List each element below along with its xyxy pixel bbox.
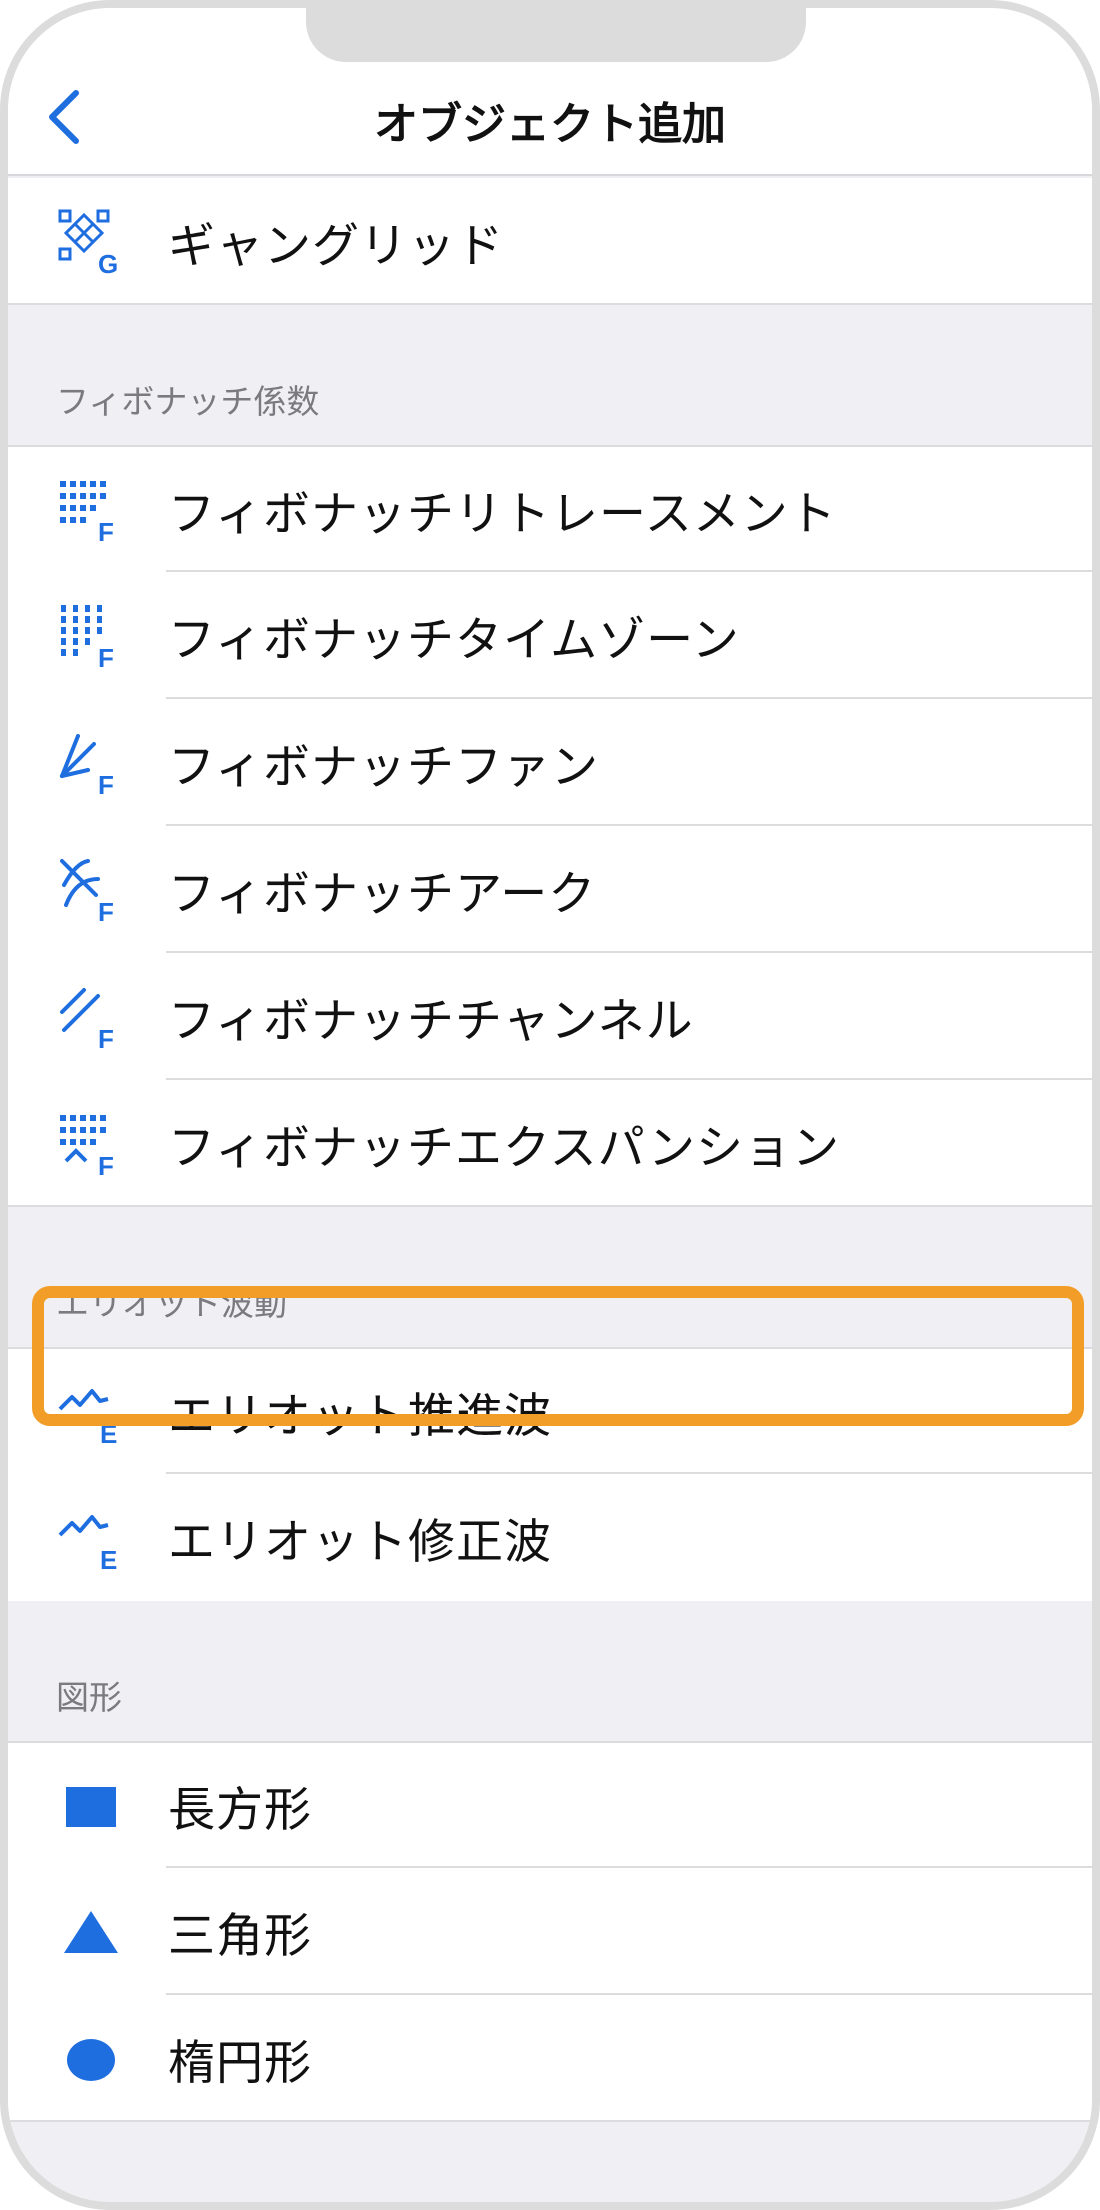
divider — [8, 2120, 1092, 2122]
fibo-arc-icon: F — [56, 855, 126, 925]
svg-text:E: E — [100, 1545, 117, 1571]
section-header: エリオット波動 — [56, 1284, 287, 1323]
section-header: フィボナッチ係数 — [56, 382, 320, 421]
section-shapes: 図形 — [8, 1601, 1092, 1741]
section-fibonacci: フィボナッチ係数 — [8, 305, 1092, 445]
list-item-label: 楕円形 — [168, 2036, 312, 2091]
list-item-fibo-arc[interactable]: F フィボナッチアーク — [8, 826, 1092, 953]
svg-text:F: F — [98, 1024, 114, 1050]
fibo-expansion-icon: F — [56, 1109, 126, 1179]
list-item-label: フィボナッチファン — [168, 740, 600, 795]
fibo-timezone-icon: F — [56, 601, 126, 671]
list-item-fibo-retracement[interactable]: F フィボナッチリトレースメント — [8, 445, 1092, 572]
elliott-correction-icon: E — [56, 1503, 126, 1573]
ellipse-icon — [56, 2024, 126, 2094]
elliott-impulse-icon: E — [56, 1377, 126, 1447]
page-title: オブジェクト追加 — [374, 99, 726, 150]
fibo-retracement-icon: F — [56, 475, 126, 545]
list-item-elliott-impulse[interactable]: E エリオット推進波 — [8, 1347, 1092, 1474]
list-item-triangle[interactable]: 三角形 — [8, 1868, 1092, 1995]
list-item-fibo-timezone[interactable]: F フィボナッチタイムゾーン — [8, 572, 1092, 699]
rectangle-icon — [56, 1771, 126, 1841]
list-item-label: フィボナッチリトレースメント — [168, 487, 837, 542]
svg-text:G: G — [98, 249, 118, 275]
list-item-label: 長方形 — [168, 1783, 312, 1838]
list-item-label: フィボナッチエクスパンション — [168, 1121, 840, 1176]
list-item-label: 三角形 — [168, 1909, 312, 1964]
notch — [306, 8, 806, 62]
list-item-fibo-expansion[interactable]: F フィボナッチエクスパンション — [8, 1080, 1092, 1207]
list-item-label: フィボナッチチャンネル — [168, 994, 694, 1049]
triangle-icon — [56, 1897, 126, 1967]
fibo-fan-icon: F — [56, 728, 126, 798]
list-item-fibo-channel[interactable]: F フィボナッチチャンネル — [8, 953, 1092, 1080]
svg-text:F: F — [98, 1151, 114, 1177]
section-elliott: エリオット波動 — [8, 1207, 1092, 1347]
list-item-label: ギャングリッド — [168, 219, 504, 274]
list-item-ellipse[interactable]: 楕円形 — [8, 1995, 1092, 2122]
list-item-label: エリオット推進波 — [168, 1389, 552, 1444]
svg-text:F: F — [98, 643, 114, 669]
list-item-elliott-correction[interactable]: E エリオット修正波 — [8, 1474, 1092, 1601]
object-list: G ギャングリッド フィボナッチ係数 F フィボナッチリトレースメント F フィ… — [8, 178, 1092, 2122]
list-item-label: フィボナッチタイムゾーン — [168, 613, 740, 668]
phone-frame: オブジェクト追加 G ギャングリッド フィボナッチ係数 F フィボナッチリトレー… — [0, 0, 1100, 2210]
list-item-rectangle[interactable]: 長方形 — [8, 1741, 1092, 1868]
list-item-label: フィボナッチアーク — [168, 867, 597, 922]
list-item-fibo-fan[interactable]: F フィボナッチファン — [8, 699, 1092, 826]
svg-text:F: F — [98, 517, 114, 543]
gann-grid-icon: G — [56, 207, 126, 277]
svg-text:F: F — [98, 897, 114, 923]
list-item-label: エリオット修正波 — [168, 1515, 552, 1570]
fibo-channel-icon: F — [56, 982, 126, 1052]
svg-text:F: F — [98, 770, 114, 796]
section-header: 図形 — [56, 1678, 122, 1717]
svg-text:E: E — [100, 1419, 117, 1445]
list-item-gann-grid[interactable]: G ギャングリッド — [8, 178, 1092, 305]
